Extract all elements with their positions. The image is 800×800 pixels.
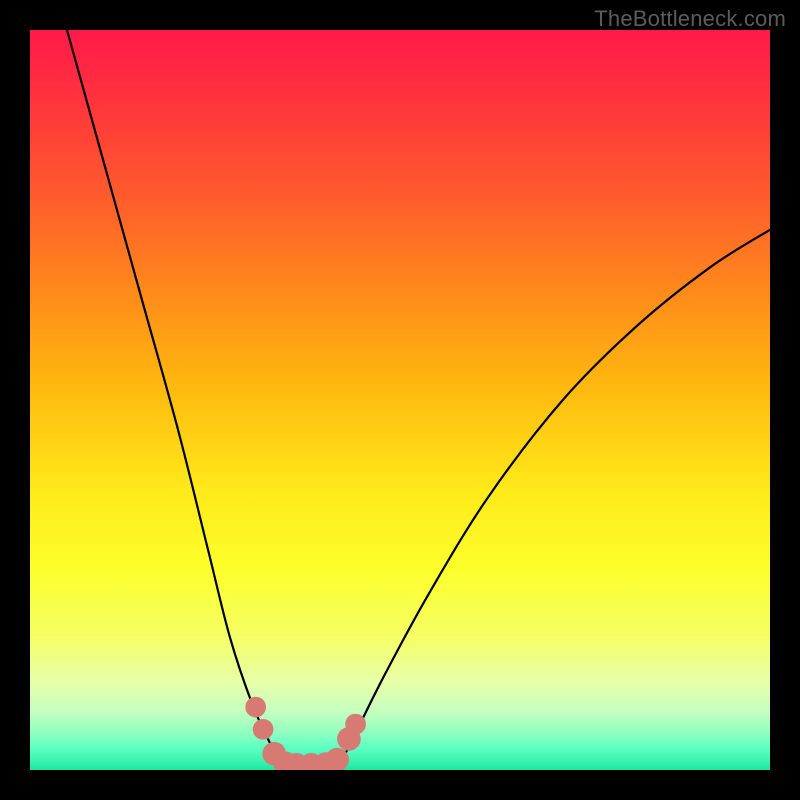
marker-group xyxy=(245,697,366,770)
marker-dot xyxy=(345,714,366,735)
marker-dot xyxy=(245,697,266,718)
series-group xyxy=(67,30,770,770)
marker-dot xyxy=(253,719,274,740)
curve-left-branch xyxy=(67,30,285,770)
curve-right-branch xyxy=(337,230,770,770)
chart-frame: TheBottleneck.com xyxy=(0,0,800,800)
attribution-label: TheBottleneck.com xyxy=(594,6,786,32)
chart-svg xyxy=(30,30,770,770)
plot-area xyxy=(30,30,770,770)
